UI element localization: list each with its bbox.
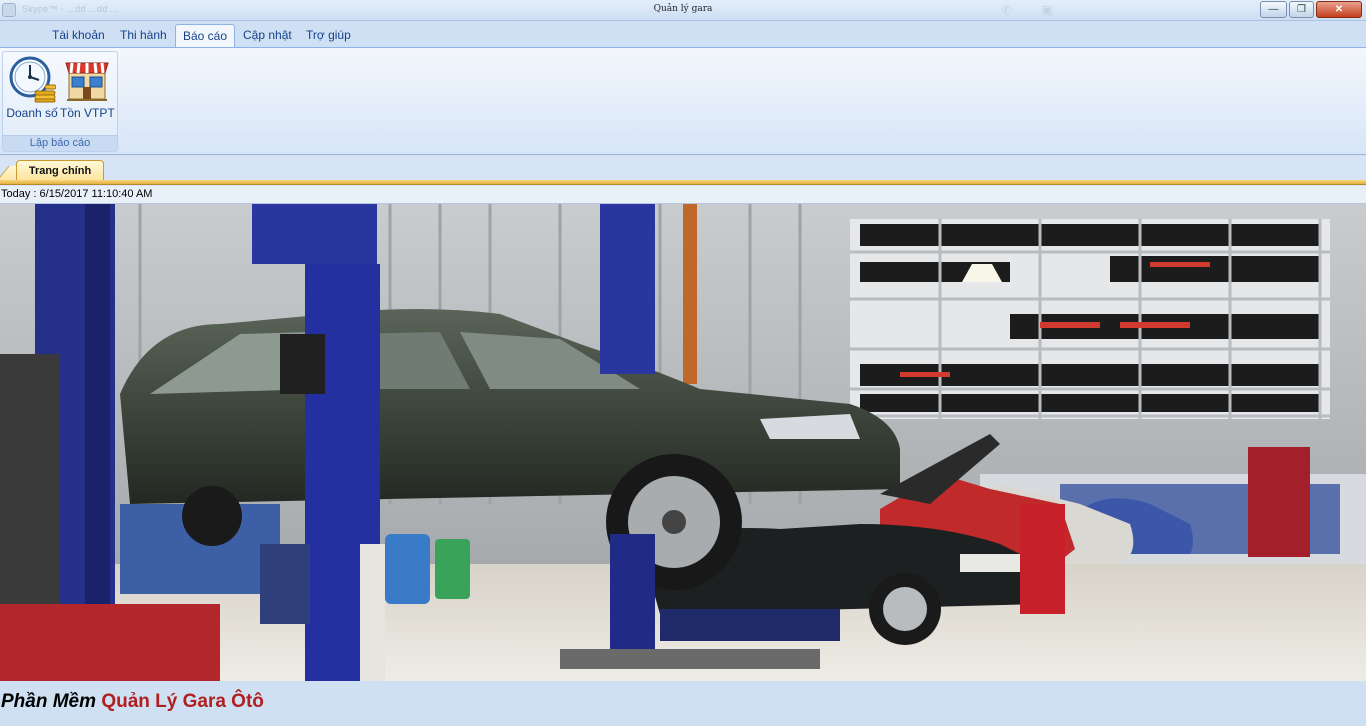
title-bar: Skype™ - ...dd ...dd ... Quản lý gara ✆ … bbox=[0, 0, 1366, 21]
close-button[interactable]: ✕ bbox=[1316, 1, 1362, 18]
maximize-button[interactable]: ❐ bbox=[1289, 1, 1314, 18]
tab-bao-cao[interactable]: Báo cáo bbox=[175, 24, 236, 47]
store-icon bbox=[65, 62, 109, 101]
brand-title-part1: Phần Mềm bbox=[1, 691, 97, 712]
tab-trang-chinh[interactable]: Trang chính bbox=[16, 160, 104, 182]
doanh-so-label: Doanh số bbox=[6, 106, 58, 120]
window-title: Quản lý gara bbox=[653, 4, 713, 14]
red-door bbox=[1248, 447, 1310, 557]
ribbon-tab-bar: Tài khoản Thi hành Báo cáo Cập nhật Trợ … bbox=[0, 21, 1366, 47]
doanh-so-button[interactable]: Doanh số bbox=[5, 54, 59, 122]
brand-title-part2: Quản Lý Gara Ôtô bbox=[101, 691, 264, 712]
clock-coins-icon bbox=[9, 56, 56, 103]
footer: Phần Mềm Quản Lý Gara Ôtô bbox=[0, 681, 1366, 726]
network-icon: ▣ bbox=[1041, 3, 1053, 17]
today-datetime: Today : 6/15/2017 11:10:40 AM bbox=[1, 188, 153, 200]
ton-vtpt-label: Tồn VTPT bbox=[60, 106, 115, 120]
ribbon-panel: Doanh số Tồn VTPT Lập báo cáo bbox=[0, 47, 1366, 155]
ribbon-group-lap-bao-cao: Doanh số Tồn VTPT Lập báo cáo bbox=[2, 51, 118, 152]
ribbon-group-label: Lập báo cáo bbox=[3, 135, 117, 151]
tab-thi-hanh[interactable]: Thi hành bbox=[113, 24, 174, 47]
status-row: Today : 6/15/2017 11:10:40 AM bbox=[0, 186, 1366, 204]
phone-icon: ✆ bbox=[1001, 3, 1013, 17]
minimize-button[interactable]: — bbox=[1260, 1, 1287, 18]
app-brand-title: Phần Mềm Quản Lý Gara Ôtô bbox=[1, 691, 264, 713]
tab-tro-giup[interactable]: Trợ giúp bbox=[299, 24, 358, 47]
tab-cap-nhat[interactable]: Cập nhật bbox=[236, 24, 299, 47]
garage-illustration bbox=[0, 204, 1366, 681]
tire-racks bbox=[850, 219, 1330, 419]
tab-underline bbox=[0, 180, 1366, 185]
tab-tai-khoan[interactable]: Tài khoản bbox=[45, 24, 112, 47]
ton-vtpt-button[interactable]: Tồn VTPT bbox=[60, 54, 115, 122]
garage-photo bbox=[0, 204, 1366, 681]
